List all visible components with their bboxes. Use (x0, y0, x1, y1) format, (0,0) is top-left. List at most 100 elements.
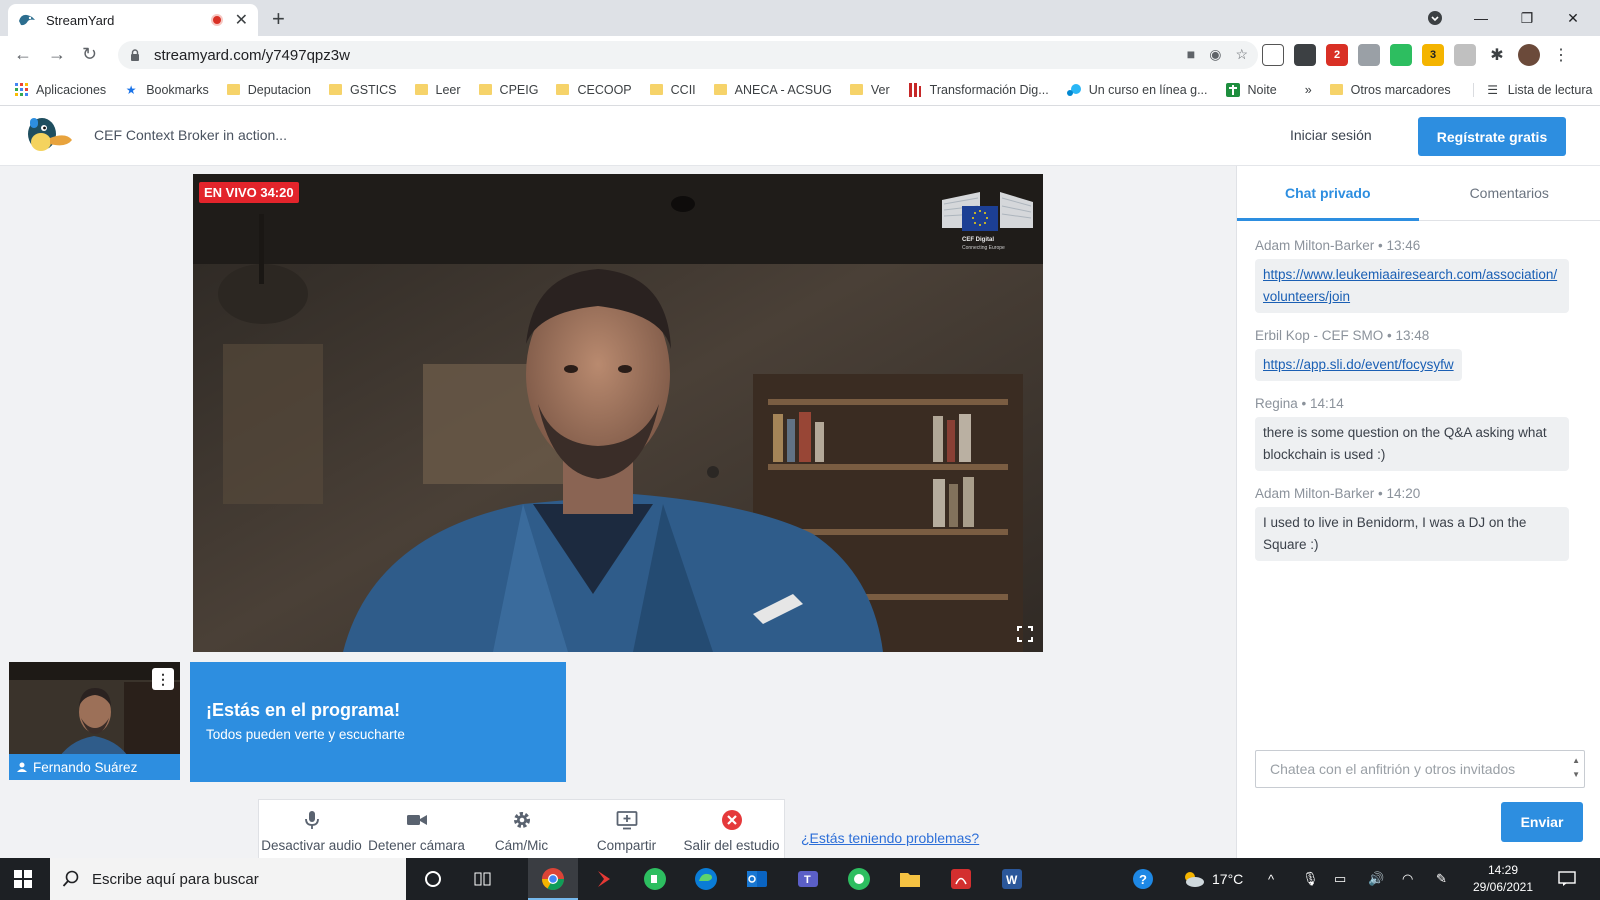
bookmark-aneca-acsug[interactable]: ANECA - ACSUG (713, 83, 832, 97)
puzzle-extensions-icon[interactable]: ✱ (1486, 44, 1508, 66)
streamyard-logo-icon[interactable] (22, 112, 74, 160)
reading-list-button[interactable]: ☰ Lista de lectura (1472, 82, 1592, 97)
bookmark-otros-marcadores[interactable]: Otros marcadores (1329, 83, 1451, 97)
mute-audio-button[interactable]: Desactivar audio (259, 800, 364, 858)
pocket-extension-icon[interactable] (1262, 44, 1284, 66)
chat-message: Adam Milton-Barker • 14:20 I used to liv… (1255, 486, 1569, 561)
message-meta: Adam Milton-Barker • 14:20 (1255, 486, 1421, 501)
tab-search-icon[interactable] (1412, 0, 1458, 36)
tab-comments[interactable]: Comentarios (1419, 166, 1600, 220)
edge-icon[interactable] (691, 864, 721, 894)
tracking-blocked-icon[interactable]: ◉ (1209, 46, 1221, 63)
weather-widget[interactable]: 17°C (1182, 858, 1243, 900)
stop-camera-button[interactable]: Detener cámara (364, 800, 469, 858)
bookmark-bookmarks[interactable]: ★ Bookmarks (124, 83, 209, 97)
cloud-dot-icon (1066, 83, 1081, 97)
windows-start-icon[interactable] (14, 870, 32, 888)
cam-mic-settings-button[interactable]: Cám/Mic (469, 800, 574, 858)
extension-icon[interactable] (1294, 44, 1316, 66)
profile-avatar-icon[interactable] (1518, 44, 1540, 66)
chat-panel: Chat privado Comentarios Adam Milton-Bar… (1236, 166, 1600, 858)
reload-icon[interactable]: ↻ (82, 44, 97, 65)
message-link[interactable]: https://www.leukemiaairesearch.com/assoc… (1255, 259, 1569, 313)
bookmark-leer[interactable]: Leer (414, 83, 461, 97)
adblock-extension-icon[interactable]: 2 (1326, 44, 1348, 66)
task-view-icon[interactable] (468, 864, 498, 894)
system-clock[interactable]: 14:29 29/06/2021 (1468, 862, 1538, 896)
share-screen-button[interactable]: Compartir (574, 800, 679, 858)
bookmark-ver[interactable]: Ver (849, 83, 890, 97)
slack-like-app-icon[interactable] (589, 864, 619, 894)
microphone-icon (304, 811, 319, 829)
evernote-icon[interactable] (640, 864, 670, 894)
forward-arrow-icon[interactable]: → (48, 44, 66, 65)
chat-input[interactable]: Chatea con el anfitrión y otros invitado… (1255, 750, 1585, 788)
bookmark-aplicaciones[interactable]: Aplicaciones (14, 83, 106, 97)
message-text: there is some question on the Q&A asking… (1255, 417, 1569, 471)
minimize-window-icon[interactable]: — (1458, 0, 1504, 36)
pdf-extension-icon[interactable] (1454, 44, 1476, 66)
message-meta: Erbil Kop - CEF SMO • 13:48 (1255, 328, 1430, 343)
bookmark-transformacion-digital[interactable]: Transformación Dig... (908, 82, 1049, 97)
bookmark-star-icon[interactable]: ☆ (1235, 46, 1248, 63)
signup-button[interactable]: Regístrate gratis (1418, 117, 1566, 156)
notifications-icon[interactable] (1558, 858, 1576, 900)
bookmark-gstics[interactable]: GSTICS (328, 83, 397, 97)
microphone-tray-icon[interactable]: 🎙 (1302, 858, 1319, 900)
wifi-icon[interactable]: ◠ (1402, 858, 1413, 900)
studio-stage: EN VIVO 34:20 CEF Digital Connecting Eur… (0, 166, 1236, 858)
leave-studio-button[interactable]: Salir del estudio (679, 800, 784, 858)
evernote-extension-icon[interactable] (1390, 44, 1412, 66)
new-tab-button[interactable]: + (272, 6, 285, 32)
taskbar-search-input[interactable]: Escribe aquí para buscar (50, 858, 406, 900)
svg-text:?: ? (1139, 872, 1147, 887)
bookmark-cecoop[interactable]: CECOOP (556, 83, 632, 97)
back-arrow-icon[interactable]: ← (14, 44, 32, 65)
login-button[interactable]: Iniciar sesión (1290, 127, 1372, 143)
word-icon[interactable]: W (997, 864, 1027, 894)
live-timer-badge: EN VIVO 34:20 (199, 182, 299, 203)
battery-icon[interactable]: ▭ (1334, 858, 1346, 900)
main-video-feed[interactable]: EN VIVO 34:20 CEF Digital Connecting Eur… (193, 174, 1043, 652)
help-tray-icon[interactable]: ? (1132, 858, 1154, 900)
message-link[interactable]: https://app.sli.do/event/focysyfw (1255, 349, 1462, 381)
extension-gray-icon[interactable] (1358, 44, 1380, 66)
acrobat-icon[interactable] (946, 864, 976, 894)
participant-thumbnail[interactable]: ⋮ Fernando Suárez (9, 662, 180, 780)
evernote-alt-icon[interactable] (844, 864, 874, 894)
lock-icon (131, 49, 139, 61)
fullscreen-icon[interactable] (1017, 626, 1033, 642)
message-meta: Adam Milton-Barker • 13:46 (1255, 238, 1421, 253)
tab-private-chat[interactable]: Chat privado (1237, 166, 1419, 221)
browser-toolbar: ← → ↻ streamyard.com/y7497qpz3w ■ ◉ ☆ 2 … (0, 36, 1600, 74)
troubleshooting-link[interactable]: ¿Estás teniendo problemas? (801, 830, 979, 846)
pen-icon[interactable]: ✎ (1436, 858, 1447, 900)
outlook-icon[interactable] (742, 864, 772, 894)
bookmark-cpeig[interactable]: CPEIG (478, 83, 538, 97)
address-bar[interactable]: streamyard.com/y7497qpz3w ■ ◉ ☆ (118, 41, 1258, 69)
cortana-icon[interactable] (418, 864, 448, 894)
file-explorer-icon[interactable] (895, 864, 925, 894)
show-hidden-icons-icon[interactable]: ^ (1268, 858, 1274, 900)
send-button[interactable]: Enviar (1501, 802, 1583, 842)
notes-extension-icon[interactable]: 3 (1422, 44, 1444, 66)
bookmark-ccii[interactable]: CCII (649, 83, 696, 97)
browser-tab-streamyard[interactable]: StreamYard ✕ (8, 4, 258, 36)
camera-in-use-icon[interactable]: ■ (1187, 46, 1195, 63)
star-icon: ★ (125, 82, 137, 97)
bookmark-curso-en-linea[interactable]: Un curso en línea g... (1066, 83, 1208, 97)
input-spinner-icon[interactable]: ▲ ▼ (1572, 754, 1580, 782)
close-window-icon[interactable]: ✕ (1550, 0, 1596, 36)
browser-menu-icon[interactable]: ⋮ (1550, 44, 1572, 66)
chrome-icon[interactable] (538, 864, 568, 894)
more-bookmarks-button[interactable]: » (1305, 83, 1312, 97)
bookmark-deputacion[interactable]: Deputacion (226, 83, 311, 97)
close-tab-icon[interactable]: ✕ (235, 10, 248, 30)
message-meta: Regina • 14:14 (1255, 396, 1344, 411)
on-air-title: ¡Estás en el programa! (206, 700, 401, 720)
participant-menu-button[interactable]: ⋮ (152, 668, 174, 690)
bookmark-noite[interactable]: Noite (1225, 82, 1277, 97)
restore-window-icon[interactable]: ❐ (1504, 0, 1550, 36)
teams-icon[interactable]: T (793, 864, 823, 894)
volume-icon[interactable]: 🔊 (1368, 858, 1384, 900)
